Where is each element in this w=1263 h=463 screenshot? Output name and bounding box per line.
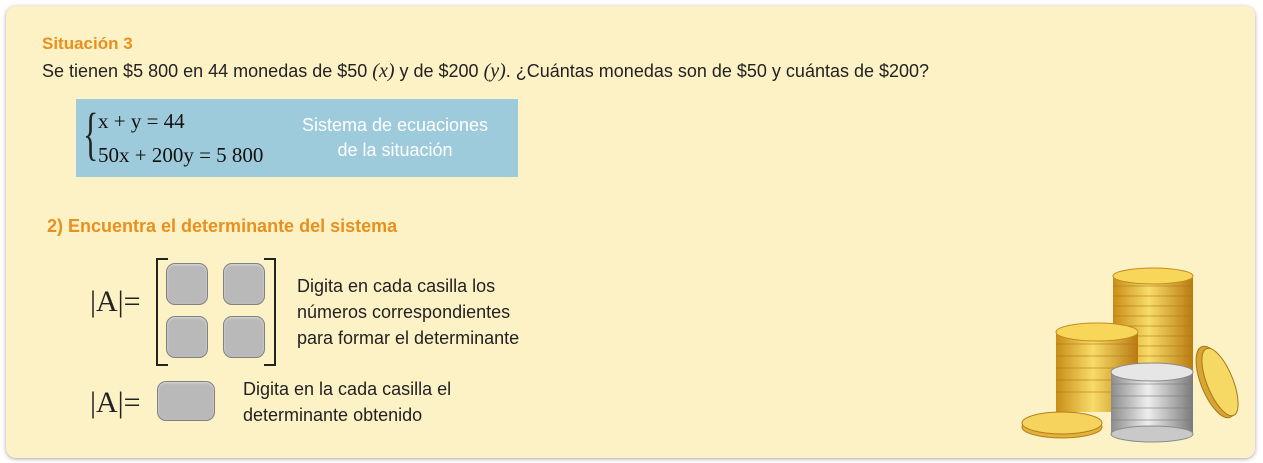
determinant-result-cell[interactable] xyxy=(157,381,215,421)
step-title: 2) Encuentra el determinante del sistema xyxy=(47,216,398,236)
statement-part-c: . ¿Cuántas monedas son de $50 y cuántas … xyxy=(505,61,930,81)
matrix-cell-1-2[interactable] xyxy=(223,263,265,305)
coins-illustration xyxy=(1021,267,1239,443)
system-label-line-2: de la situación xyxy=(337,140,453,160)
matrix-instruction-line-2: números correspondientes xyxy=(297,302,511,322)
variable-x: (x) xyxy=(372,60,395,82)
equation-2: 50x + 200y = 5 800 xyxy=(98,143,264,167)
result-instruction: Digita en la cada casilla el determinant… xyxy=(243,376,543,428)
matrix-instruction: Digita en cada casilla los números corre… xyxy=(297,273,597,351)
matrix-instruction-line-1: Digita en cada casilla los xyxy=(297,276,496,296)
equation-1: x + y = 44 xyxy=(98,109,185,133)
system-label-line-1: Sistema de ecuaciones xyxy=(301,115,489,135)
statement-part-b: y de $200 xyxy=(394,61,484,81)
matrix-right-bracket xyxy=(264,258,276,366)
standing-gold-coin xyxy=(1195,345,1239,419)
matrix-cell-2-2[interactable] xyxy=(223,316,265,358)
variable-y: (y) xyxy=(483,60,506,82)
system-brace: { xyxy=(83,101,99,166)
matrix-cell-1-1[interactable] xyxy=(166,263,208,305)
statement-part-a: Se tienen $5 800 en 44 monedas de $50 xyxy=(42,61,373,81)
flat-gold-coin xyxy=(1021,411,1103,439)
result-instruction-line-2: determinante obtenido xyxy=(243,405,423,425)
situation-title: Situación 3 xyxy=(42,34,133,53)
system-label: Sistema de ecuaciones de la situación xyxy=(280,113,510,163)
silver-stack xyxy=(1110,362,1194,443)
determinant-result-label: |A|= xyxy=(90,386,141,419)
matrix-cell-2-1[interactable] xyxy=(166,316,208,358)
determinant-label: |A|= xyxy=(90,285,141,318)
situation-statement: Se tienen $5 800 en 44 monedas de $50 (x… xyxy=(42,60,929,83)
matrix-instruction-line-3: para formar el determinante xyxy=(297,328,520,348)
result-instruction-line-1: Digita en la cada casilla el xyxy=(243,379,452,399)
